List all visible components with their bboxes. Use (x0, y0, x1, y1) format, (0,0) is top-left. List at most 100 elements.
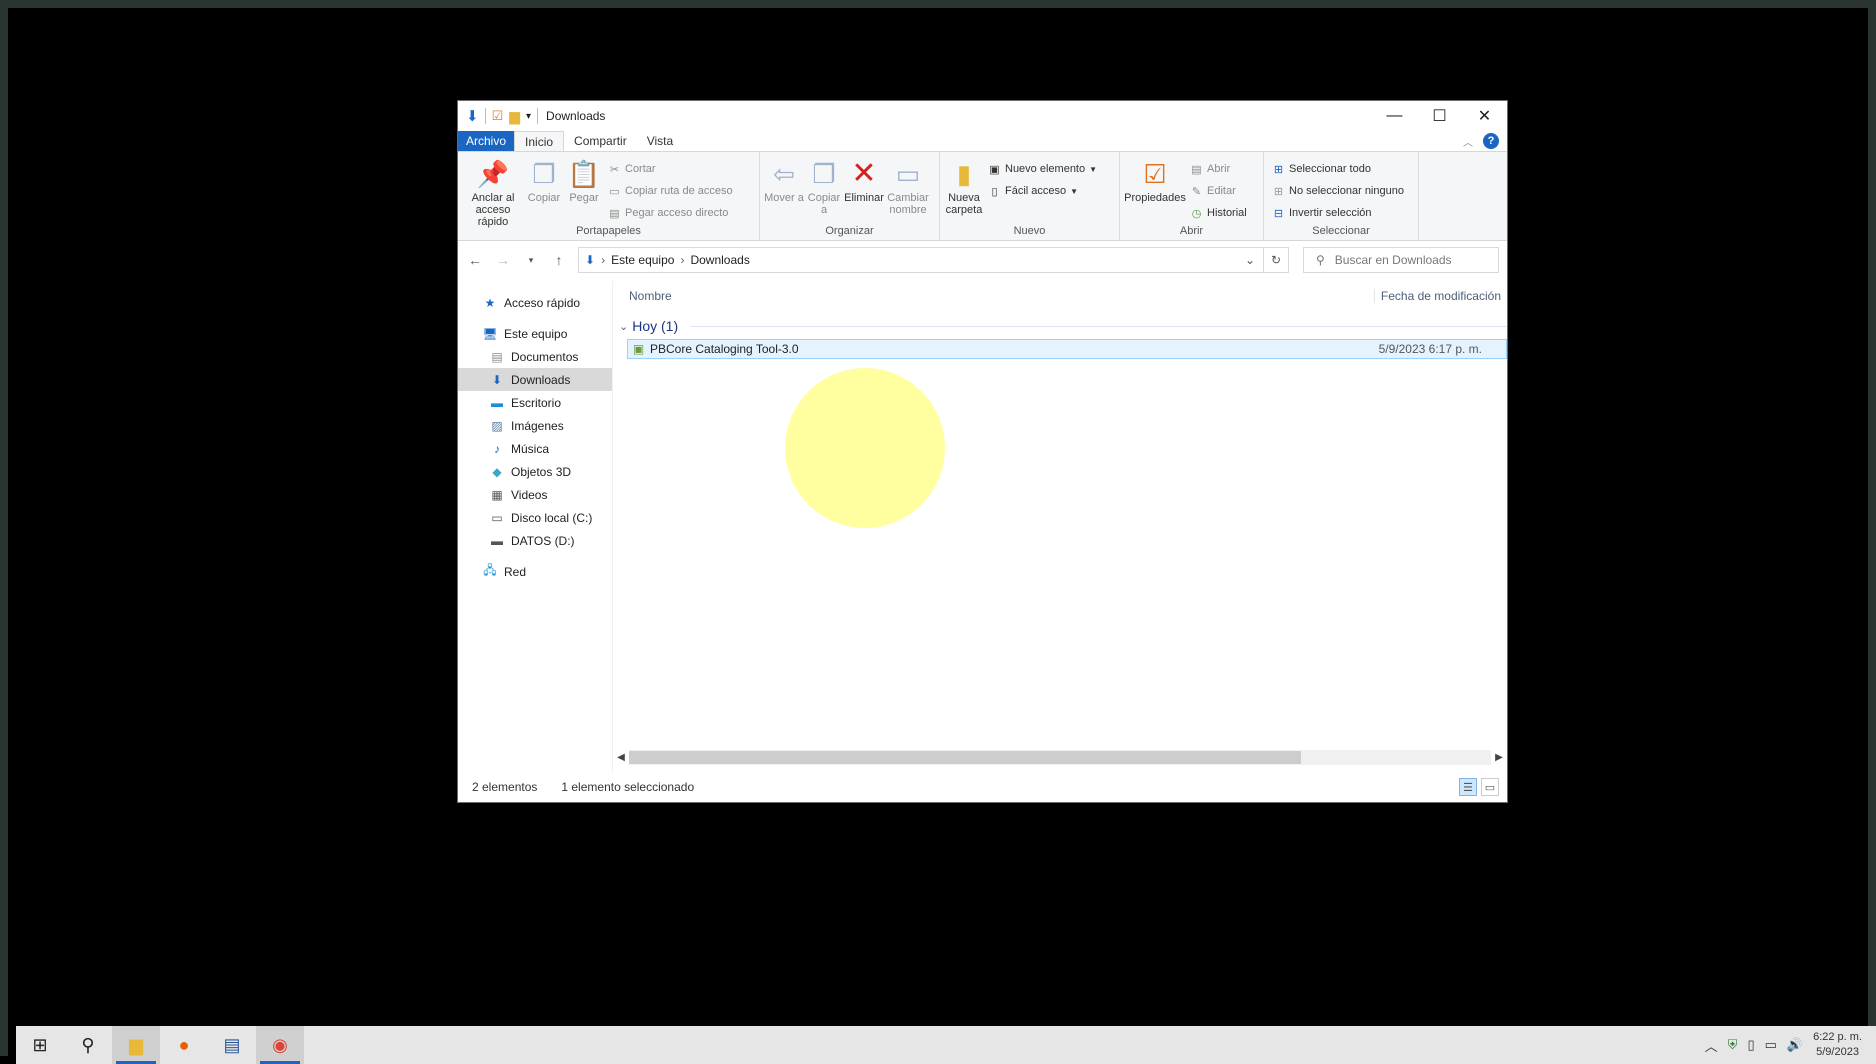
select-all-button[interactable]: ⊞ Seleccionar todo (1272, 160, 1404, 178)
group-header[interactable]: ⌄ Hoy (1) (613, 315, 1507, 337)
scrollbar-thumb[interactable] (629, 751, 1302, 764)
address-bar[interactable]: ⬇ › Este equipo › Downloads ⌄ (578, 247, 1264, 273)
sidebar-item-este-equipo[interactable]: 🖥 Este equipo (458, 322, 612, 345)
sidebar-item-downloads[interactable]: ⬇ Downloads (458, 368, 612, 391)
scroll-left-icon[interactable]: ◀ (613, 752, 629, 763)
address-dropdown-icon[interactable]: ⌄ (1237, 253, 1263, 267)
file-list: Nombre Fecha de modificación ⌄ Hoy (1) ▣… (613, 281, 1507, 772)
chrome-icon[interactable]: ◉ (256, 1026, 304, 1064)
easy-access-button[interactable]: ▯ Fácil acceso ▼ (988, 182, 1097, 200)
copy-icon: ❐ (532, 159, 556, 189)
breadcrumb-downloads[interactable]: Downloads (690, 253, 749, 267)
sidebar-item-documentos[interactable]: ▤ Documentos (458, 345, 612, 368)
chevron-up-icon[interactable]: ︿ (1705, 1036, 1718, 1055)
back-button[interactable]: ← (466, 252, 484, 268)
sidebar-item-disco-local[interactable]: ▭ Disco local (C:) (458, 506, 612, 529)
select-none-button[interactable]: ⊞ No seleccionar ninguno (1272, 182, 1404, 200)
close-button[interactable]: ✕ (1462, 101, 1507, 131)
window-title: Downloads (546, 109, 606, 123)
new-item-button[interactable]: ▣ Nuevo elemento ▼ (988, 160, 1097, 178)
sidebar-item-videos[interactable]: ▦ Videos (458, 483, 612, 506)
download-icon: ⬇ (585, 253, 596, 267)
invert-selection-button[interactable]: ⊟ Invertir selección (1272, 204, 1404, 222)
images-icon: ▨ (491, 418, 503, 433)
tab-inicio[interactable]: Inicio (514, 131, 565, 151)
properties-quick-icon[interactable]: ☑ (492, 108, 504, 124)
column-header-date[interactable]: Fecha de modificación (1373, 289, 1507, 303)
cube-icon: ◆ (492, 464, 502, 479)
sidebar-item-escritorio[interactable]: ▬ Escritorio (458, 391, 612, 414)
forward-button[interactable]: → (494, 252, 512, 268)
document-icon: ▤ (491, 349, 503, 364)
sidebar-item-acceso-rapido[interactable]: ★ Acceso rápido (458, 291, 612, 314)
usb-icon[interactable]: ▯ (1747, 1037, 1754, 1053)
clock-date: 5/9/2023 (1816, 1046, 1859, 1058)
tab-archivo[interactable]: Archivo (458, 131, 515, 151)
refresh-button[interactable]: ↻ (1263, 247, 1289, 273)
click-highlight (785, 368, 945, 528)
title-bar: ⬇ ☑ ▆ ▾ Downloads — ☐ ✕ (458, 101, 1507, 131)
sidebar-item-musica[interactable]: ♪ Música (458, 437, 612, 460)
select-none-icon: ⊞ (1273, 185, 1284, 198)
paste-shortcut-button[interactable]: ▤ Pegar acceso directo (608, 204, 733, 222)
chevron-down-icon: ▼ (1070, 186, 1079, 196)
scissors-icon: ✂ (609, 163, 620, 176)
breadcrumb-este-equipo[interactable]: Este equipo (611, 253, 674, 267)
open-button[interactable]: ▤ Abrir (1190, 160, 1247, 178)
file-row[interactable]: ▣ PBCore Cataloging Tool-3.0 5/9/2023 6:… (627, 339, 1507, 359)
music-icon: ♪ (494, 441, 500, 456)
details-view-icon[interactable]: ☰ (1459, 778, 1477, 796)
sidebar-item-datos[interactable]: ▬ DATOS (D:) (458, 529, 612, 552)
network-icon[interactable]: ▭ (1765, 1037, 1777, 1053)
ribbon: 📌 Anclar al acceso rápido ❐ Copiar 📋 Peg… (458, 151, 1507, 241)
horizontal-scrollbar[interactable]: ◀ ▶ (613, 749, 1507, 766)
group-label-abrir: Abrir (1179, 225, 1204, 237)
easy-access-icon: ▯ (991, 185, 998, 198)
sidebar-item-imagenes[interactable]: ▨ Imágenes (458, 414, 612, 437)
quick-access-toolbar: ⬇ ☑ ▆ ▾ (466, 107, 539, 125)
search-icon[interactable]: ⚲ (64, 1026, 112, 1064)
drive-icon: ▬ (491, 533, 503, 548)
delete-x-icon: ✕ (851, 157, 877, 190)
history-button[interactable]: ◷ Historial (1190, 204, 1247, 222)
search-input[interactable]: ⚲ Buscar en Downloads (1303, 247, 1499, 273)
group-label-organizar: Organizar (825, 225, 874, 237)
status-bar: 2 elementos 1 elemento seleccionado ☰ ▭ (458, 772, 1507, 802)
tab-vista[interactable]: Vista (637, 131, 683, 151)
group-nuevo: ▮ Nueva carpeta ▣ Nuevo elemento ▼ ▯ Fác… (940, 152, 1120, 240)
help-icon[interactable]: ? (1483, 133, 1499, 149)
volume-icon[interactable]: 🔊 (1787, 1037, 1803, 1053)
security-icon[interactable]: ⛨ (1728, 1037, 1738, 1053)
minimize-button[interactable]: — (1372, 101, 1417, 131)
word-icon[interactable]: ▤ (208, 1026, 256, 1064)
navigation-bar: ← → ▾ ↑ ⬇ › Este equipo › Downloads ⌄ ↻ … (458, 241, 1507, 279)
copy-path-button[interactable]: ▭ Copiar ruta de acceso (608, 182, 732, 200)
navigation-pane: ★ Acceso rápido 🖥 Este equipo ▤ Document… (458, 281, 613, 772)
pin-icon: 📌 (476, 159, 510, 189)
paste-icon: 📋 (567, 159, 601, 189)
firefox-icon[interactable]: ● (160, 1026, 208, 1064)
maximize-button[interactable]: ☐ (1417, 101, 1462, 131)
sidebar-item-objetos-3d[interactable]: ◆ Objetos 3D (458, 460, 612, 483)
column-headers: Nombre Fecha de modificación (613, 281, 1507, 311)
collapse-ribbon-icon[interactable]: ︿ (1463, 134, 1473, 149)
tab-compartir[interactable]: Compartir (564, 131, 637, 151)
start-icon[interactable]: ⊞ (16, 1026, 64, 1064)
edit-button[interactable]: ✎ Editar (1190, 182, 1247, 200)
file-explorer-icon[interactable]: ▆ (112, 1026, 160, 1064)
select-all-icon: ⊞ (1273, 163, 1284, 176)
recent-locations-button[interactable]: ▾ (522, 255, 540, 266)
column-header-name[interactable]: Nombre (629, 289, 672, 303)
file-explorer-window: ⬇ ☑ ▆ ▾ Downloads — ☐ ✕ Archivo Inicio C… (457, 100, 1508, 803)
new-folder-quick-icon[interactable]: ▆ (509, 108, 520, 125)
customize-toolbar-icon[interactable]: ▾ (526, 111, 531, 122)
properties-icon: ☑ (1143, 159, 1167, 189)
group-label-seleccionar: Seleccionar (1312, 225, 1370, 237)
up-button[interactable]: ↑ (550, 252, 568, 268)
cut-button[interactable]: ✂ Cortar (608, 160, 733, 178)
sidebar-item-red[interactable]: 🖧 Red (458, 560, 612, 583)
move-icon: ⇦ (773, 159, 795, 189)
scroll-right-icon[interactable]: ▶ (1491, 752, 1507, 763)
paste-shortcut-icon: ▤ (609, 207, 620, 220)
large-icons-view-icon[interactable]: ▭ (1481, 778, 1499, 796)
